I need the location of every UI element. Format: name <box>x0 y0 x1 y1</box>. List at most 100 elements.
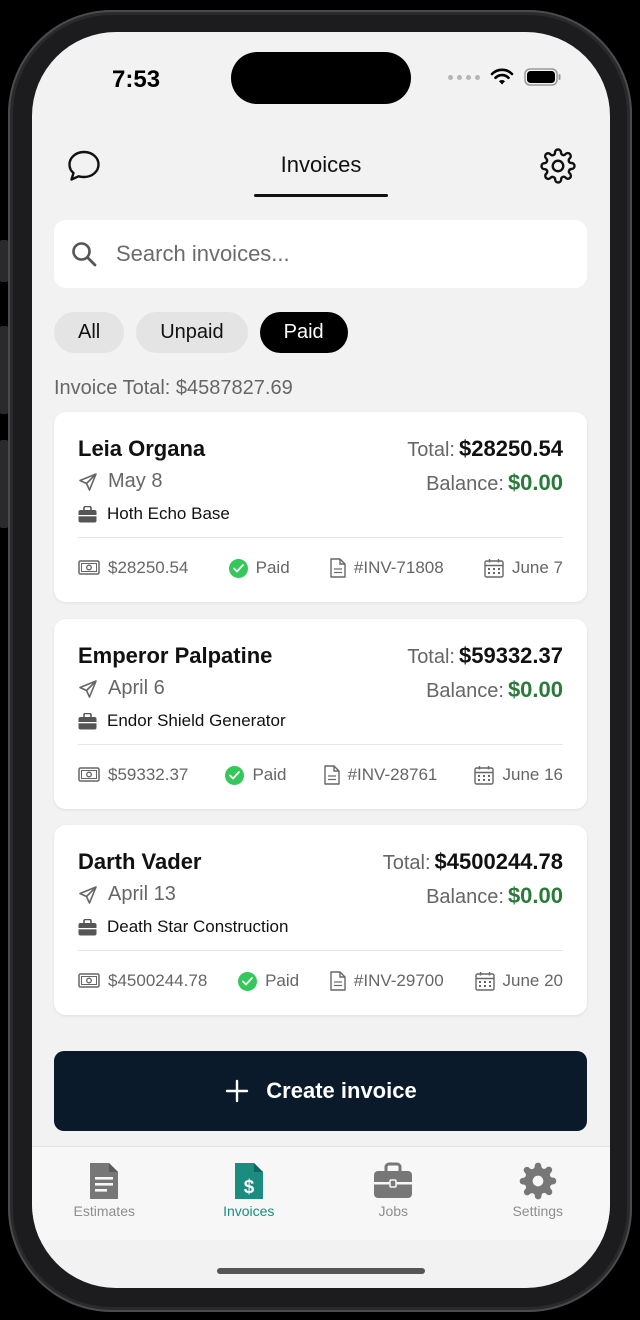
status-icons <box>448 68 562 86</box>
total-label: Total: <box>407 439 455 461</box>
search-input[interactable] <box>116 241 536 267</box>
tab-settings[interactable]: Settings <box>466 1147 611 1240</box>
sent-date-text: April 13 <box>108 883 176 905</box>
due-date-item: June 20 <box>474 971 564 991</box>
plus-icon <box>226 1079 249 1103</box>
status-text: Paid <box>255 558 290 577</box>
filter-chip-paid[interactable]: Paid <box>259 312 348 353</box>
invoice-number-item: #INV-28761 <box>323 765 438 785</box>
sent-date: May 8 <box>78 470 162 493</box>
amount-text: $4500244.78 <box>108 971 208 990</box>
cash-icon <box>78 973 100 988</box>
status-text: Paid <box>252 765 287 784</box>
total-value: $59332.37 <box>459 643 563 668</box>
settings-button[interactable] <box>540 148 576 184</box>
briefcase-icon <box>78 918 97 935</box>
customer-name: Emperor Palpatine <box>78 643 273 668</box>
briefcase-icon <box>374 1162 413 1198</box>
tab-invoices[interactable]: $ Invoices <box>177 1147 322 1240</box>
due-date-text: June 16 <box>502 765 563 784</box>
invoice-total: Total: $59332.37 <box>407 643 563 669</box>
card-divider <box>78 537 563 538</box>
calendar-icon <box>484 559 504 578</box>
balance-label: Balance: <box>426 473 504 495</box>
total-value: $28250.54 <box>459 436 563 461</box>
tab-jobs[interactable]: Jobs <box>321 1147 466 1240</box>
invoice-meta: $28250.54 Paid #INV-71808 June 7 <box>78 554 563 582</box>
invoice-balance: Balance: $0.00 <box>426 677 563 703</box>
paper-plane-icon <box>79 885 97 904</box>
amount-item: $28250.54 <box>78 558 188 578</box>
invoice-meta: $4500244.78 Paid #INV-29700 June 20 <box>78 967 563 995</box>
amount-text: $28250.54 <box>108 558 189 577</box>
amount-item: $59332.37 <box>78 765 188 785</box>
customer-name: Darth Vader <box>78 849 202 874</box>
total-label: Total: <box>382 852 431 874</box>
status-item: Paid <box>228 558 290 578</box>
invoice-total-summary: Invoice Total: $4587827.69 <box>54 377 293 399</box>
sent-date: April 13 <box>78 883 176 906</box>
total-label: Total: <box>407 646 455 668</box>
document-icon <box>323 765 340 785</box>
status-text: Paid <box>265 971 300 990</box>
total-value: $4500244.78 <box>434 849 563 874</box>
due-date-text: June 7 <box>511 558 563 577</box>
due-date-text: June 20 <box>502 971 564 990</box>
estimate-document-icon <box>90 1163 119 1199</box>
tab-bar: Estimates $ Invoices Jobs Settings <box>32 1146 610 1240</box>
client-name-text: Death Star Construction <box>107 917 289 936</box>
signal-icon <box>448 74 480 80</box>
briefcase-icon <box>78 505 97 522</box>
filter-chip-unpaid[interactable]: Unpaid <box>136 312 248 353</box>
client-name: Endor Shield Generator <box>78 711 286 731</box>
invoice-meta: $59332.37 Paid #INV-28761 June 16 <box>78 761 563 789</box>
invoice-card[interactable]: Emperor Palpatine April 6 Endor Shield G… <box>54 619 587 809</box>
cash-icon <box>78 767 100 782</box>
invoice-card[interactable]: Leia Organa May 8 Hoth Echo Base Total: $… <box>54 412 587 602</box>
calendar-icon <box>474 972 495 991</box>
amount-text: $59332.37 <box>108 765 189 784</box>
invoice-balance: Balance: $0.00 <box>426 883 563 909</box>
invoice-total: Total: $4500244.78 <box>383 849 563 875</box>
invoice-number-text: #INV-28761 <box>347 765 438 784</box>
client-name: Death Star Construction <box>78 917 288 937</box>
invoice-balance: Balance: $0.00 <box>426 470 563 496</box>
svg-text:$: $ <box>243 1177 254 1198</box>
document-icon <box>330 558 346 578</box>
invoice-number-text: #INV-71808 <box>353 558 444 577</box>
card-divider <box>78 950 563 951</box>
invoice-number-text: #INV-29700 <box>353 971 444 990</box>
filter-chip-all[interactable]: All <box>54 312 125 353</box>
sent-date-text: May 8 <box>108 470 163 492</box>
create-invoice-button[interactable]: Create invoice <box>54 1051 587 1131</box>
home-indicator[interactable] <box>217 1268 425 1274</box>
page-title: Invoices <box>280 152 362 177</box>
title-underline <box>254 194 388 197</box>
status-item: Paid <box>225 765 287 785</box>
tab-label: Invoices <box>223 1203 275 1219</box>
battery-icon <box>524 68 561 86</box>
invoice-number-item: #INV-29700 <box>330 971 444 991</box>
balance-value: $0.00 <box>507 883 563 908</box>
sent-date-text: April 6 <box>108 677 165 699</box>
tab-label: Estimates <box>73 1203 135 1219</box>
paper-plane-icon <box>79 472 97 491</box>
invoice-dollar-icon: $ <box>234 1163 263 1199</box>
side-button <box>0 440 8 528</box>
gear-icon <box>519 1162 557 1200</box>
filter-chips: All Unpaid Paid <box>54 312 348 353</box>
gear-icon <box>540 148 576 184</box>
client-name: Hoth Echo Base <box>78 504 230 524</box>
tab-estimates[interactable]: Estimates <box>32 1147 177 1240</box>
card-divider <box>78 744 563 745</box>
status-time: 7:53 <box>112 66 161 93</box>
invoice-card[interactable]: Darth Vader April 13 Death Star Construc… <box>54 825 587 1015</box>
briefcase-icon <box>78 712 97 729</box>
search-bar[interactable] <box>54 220 587 288</box>
invoice-total: Total: $28250.54 <box>407 436 563 462</box>
header: Invoices <box>32 136 610 197</box>
balance-label: Balance: <box>426 680 504 702</box>
customer-name: Leia Organa <box>78 436 206 461</box>
side-button <box>0 326 8 414</box>
due-date-item: June 7 <box>484 558 563 578</box>
